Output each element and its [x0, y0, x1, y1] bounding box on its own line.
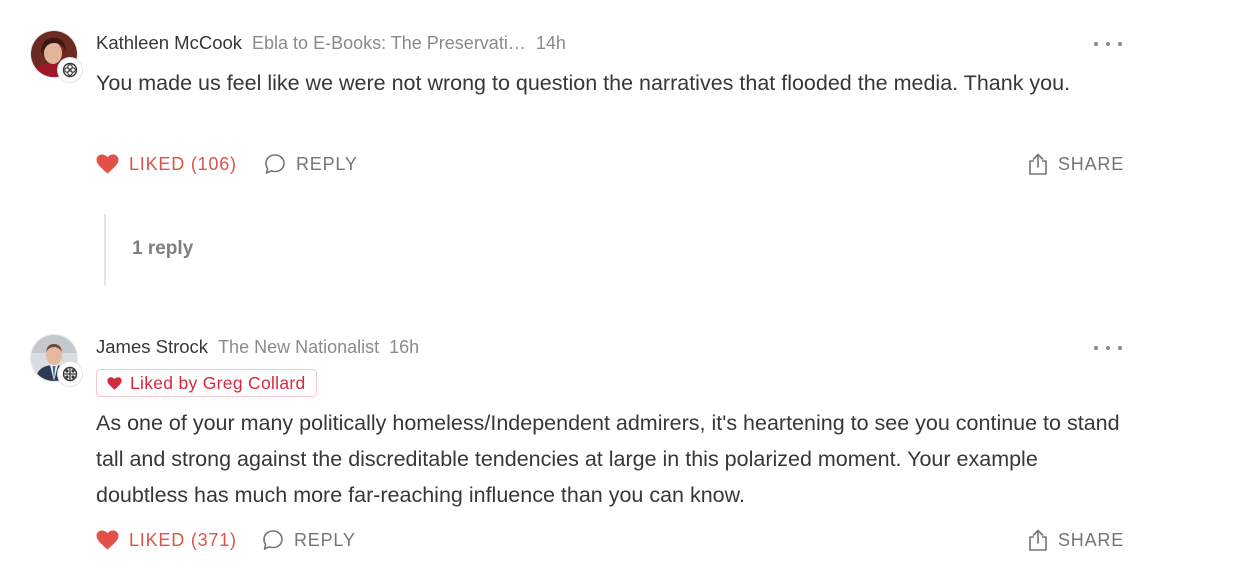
reply-thread: 1 reply [104, 214, 506, 286]
like-button[interactable]: LIKED (106) [96, 151, 237, 177]
share-label: SHARE [1058, 153, 1125, 174]
comment-2-avatar-wrap[interactable] [30, 334, 82, 386]
share-icon [1028, 529, 1048, 551]
share-label: SHARE [1058, 529, 1125, 550]
comment-body: You made us feel like we were not wrong … [96, 71, 1071, 95]
share-icon [1028, 153, 1048, 175]
comment-author[interactable]: James Strock [96, 336, 208, 358]
subscriber-badge-icon [58, 58, 82, 82]
like-count-label: LIKED (106) [129, 153, 237, 174]
comment-1-meta: Kathleen McCook Ebla to E-Books: The Pre… [96, 32, 566, 56]
speech-bubble-icon [264, 153, 286, 175]
reply-button[interactable]: REPLY [264, 151, 358, 177]
heart-icon [96, 530, 119, 550]
more-options-icon[interactable] [1094, 341, 1122, 355]
comment-timestamp[interactable]: 14h [536, 33, 566, 54]
reply-button[interactable]: REPLY [262, 527, 356, 553]
subscriber-badge-icon [58, 362, 82, 386]
comment-publication[interactable]: Ebla to E-Books: The Preservati… [252, 33, 526, 54]
like-button[interactable]: LIKED (371) [96, 527, 237, 553]
view-replies-link[interactable]: 1 reply [132, 238, 193, 260]
comment-1-actions: LIKED (106) REPLY SHARE [96, 151, 1126, 177]
heart-icon [107, 376, 122, 390]
comment-1-avatar-wrap[interactable] [30, 30, 82, 82]
comment-2-meta: James Strock The New Nationalist 16h [96, 336, 419, 360]
comment-2-actions: LIKED (371) REPLY SHARE [96, 527, 1126, 553]
comment-author[interactable]: Kathleen McCook [96, 32, 242, 54]
comment-timestamp[interactable]: 16h [389, 337, 419, 358]
speech-bubble-icon [262, 529, 284, 551]
more-options-icon[interactable] [1094, 37, 1122, 51]
comment-body: As one of your many politically homeless… [96, 411, 1120, 507]
share-button[interactable]: SHARE [1028, 527, 1124, 553]
liked-by-badge[interactable]: Liked by Greg Collard [96, 369, 317, 397]
share-button[interactable]: SHARE [1028, 151, 1124, 177]
comment-publication[interactable]: The New Nationalist [218, 337, 379, 358]
heart-icon [96, 154, 119, 174]
like-count-label: LIKED (371) [129, 529, 237, 550]
reply-label: REPLY [296, 153, 358, 174]
liked-by-label: Liked by Greg Collard [130, 372, 306, 393]
reply-label: REPLY [294, 529, 356, 550]
